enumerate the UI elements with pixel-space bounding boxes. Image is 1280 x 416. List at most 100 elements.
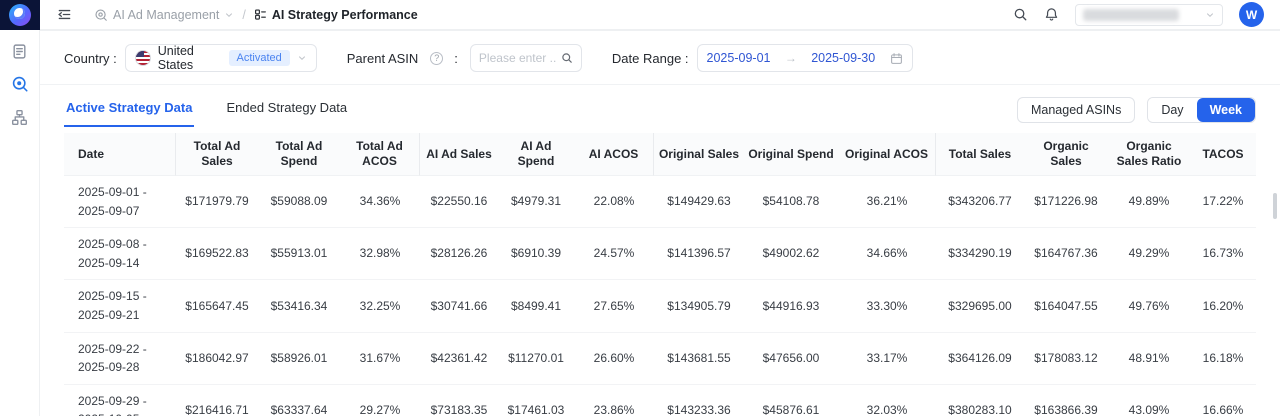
sitemap-icon: [11, 109, 28, 126]
sidebar-item-ai-ad-management[interactable]: [8, 72, 32, 96]
table-cell: 49.76%: [1108, 280, 1190, 332]
table-cell: $334290.19: [936, 228, 1024, 280]
date-range-label: Date Range :: [612, 51, 689, 66]
week-toggle-button[interactable]: Week: [1197, 98, 1255, 122]
table-cell: $42361.42: [420, 333, 498, 385]
date-cell: 2025-09-01 - 2025-09-07: [64, 176, 176, 228]
avatar[interactable]: W: [1239, 2, 1264, 27]
managed-asins-button[interactable]: Managed ASINs: [1017, 97, 1135, 123]
sidebar-item-campaigns[interactable]: [8, 39, 32, 63]
table-cell: 34.66%: [838, 228, 936, 280]
table-cell: $53416.34: [258, 280, 340, 332]
table-cell: $164047.55: [1024, 280, 1108, 332]
column-header: AI Ad Spend: [498, 133, 574, 176]
table-cell: 16.18%: [1190, 333, 1256, 385]
collapse-sidebar-button[interactable]: [57, 7, 72, 22]
table-cell: $178083.12: [1024, 333, 1108, 385]
search-icon: [561, 52, 573, 64]
table-cell: 26.60%: [574, 333, 654, 385]
collapse-menu-icon: [57, 7, 72, 22]
column-header: AI ACOS: [574, 133, 654, 176]
date-range-picker[interactable]: 2025-09-01 → 2025-09-30: [697, 44, 913, 72]
bell-icon: [1044, 7, 1059, 22]
breadcrumb-item-current: AI Strategy Performance: [254, 8, 418, 22]
account-select[interactable]: [1075, 4, 1223, 26]
table-body: 2025-09-01 - 2025-09-07$171979.79$59088.…: [64, 176, 1256, 416]
date-end-value: 2025-09-30: [811, 51, 875, 65]
table-cell: 48.91%: [1108, 333, 1190, 385]
table-cell: $54108.78: [744, 176, 838, 228]
table-cell: $63337.64: [258, 385, 340, 416]
column-header: Total Ad Sales: [176, 133, 258, 176]
strategy-performance-table: Date Total Ad Sales Total Ad Spend Total…: [64, 133, 1256, 416]
table-cell: $186042.97: [176, 333, 258, 385]
asin-search-button[interactable]: [561, 52, 573, 64]
help-icon[interactable]: ?: [430, 52, 443, 65]
table-cell: 33.30%: [838, 280, 936, 332]
breadcrumb-item-section[interactable]: AI Ad Management: [94, 8, 234, 22]
parent-asin-input[interactable]: [479, 51, 557, 65]
ad-management-icon: [94, 8, 108, 22]
table-cell: $343206.77: [936, 176, 1024, 228]
table-cell: 16.73%: [1190, 228, 1256, 280]
table-cell: $134905.79: [654, 280, 744, 332]
table-cell: $49002.62: [744, 228, 838, 280]
table-cell: $171226.98: [1024, 176, 1108, 228]
column-header: Total Sales: [936, 133, 1024, 176]
sidebar-item-strategy-flow[interactable]: [8, 105, 32, 129]
table-cell: $28126.26: [420, 228, 498, 280]
country-select[interactable]: United States Activated: [125, 44, 317, 72]
tab-ended-strategy-data[interactable]: Ended Strategy Data: [224, 94, 349, 127]
table-cell: $8499.41: [498, 280, 574, 332]
day-week-toggle: Day Week: [1147, 97, 1256, 123]
date-cell: 2025-09-29 - 2025-10-05: [64, 385, 176, 416]
tab-active-strategy-data[interactable]: Active Strategy Data: [64, 94, 194, 127]
table-cell: 24.57%: [574, 228, 654, 280]
table-cell: 49.29%: [1108, 228, 1190, 280]
top-bar: AI Ad Management / AI Strategy Performan…: [0, 0, 1280, 30]
table-cell: $141396.57: [654, 228, 744, 280]
table-cell: 43.09%: [1108, 385, 1190, 416]
table-cell: $380283.10: [936, 385, 1024, 416]
table-cell: $329695.00: [936, 280, 1024, 332]
arrow-right-icon: →: [785, 51, 797, 65]
table-cell: 29.27%: [340, 385, 420, 416]
date-cell: 2025-09-15 - 2025-09-21: [64, 280, 176, 332]
app-window: AI Ad Management / AI Strategy Performan…: [0, 0, 1280, 416]
table-cell: 33.17%: [838, 333, 936, 385]
table-cell: $73183.35: [420, 385, 498, 416]
search-button[interactable]: [1013, 7, 1028, 22]
parent-asin-colon: :: [454, 51, 458, 66]
table-cell: 49.89%: [1108, 176, 1190, 228]
notifications-button[interactable]: [1044, 7, 1059, 22]
table-cell: $164767.36: [1024, 228, 1108, 280]
table-cell: 22.08%: [574, 176, 654, 228]
breadcrumb-separator: /: [242, 8, 245, 22]
strategy-table-wrap: Date Total Ad Sales Total Ad Spend Total…: [64, 133, 1256, 416]
account-name-redacted: [1083, 9, 1179, 21]
app-logo: [0, 0, 40, 30]
table-cell: 32.25%: [340, 280, 420, 332]
table-cell: $22550.16: [420, 176, 498, 228]
parent-asin-label: Parent ASIN: [347, 51, 419, 66]
date-cell: 2025-09-22 - 2025-09-28: [64, 333, 176, 385]
country-value: United States: [158, 44, 222, 72]
us-flag-icon: [135, 50, 151, 66]
table-header: Date Total Ad Sales Total Ad Spend Total…: [64, 133, 1256, 176]
column-header: Total Ad Spend: [258, 133, 340, 176]
breadcrumb: AI Ad Management / AI Strategy Performan…: [94, 8, 418, 22]
strategy-grid-icon: [254, 8, 267, 21]
calendar-icon: [890, 52, 903, 65]
day-toggle-button[interactable]: Day: [1148, 98, 1196, 122]
table-cell: $17461.03: [498, 385, 574, 416]
table-cell: $143233.36: [654, 385, 744, 416]
table-cell: 32.03%: [838, 385, 936, 416]
sidebar: [0, 30, 40, 416]
table-cell: 36.21%: [838, 176, 936, 228]
column-header: TACOS: [1190, 133, 1256, 176]
table-row: 2025-09-15 - 2025-09-21$165647.45$53416.…: [64, 280, 1256, 332]
table-cell: $6910.39: [498, 228, 574, 280]
chevron-down-icon: [297, 53, 307, 63]
scrollbar-thumb[interactable]: [1273, 193, 1277, 219]
column-header: Organic Sales: [1024, 133, 1108, 176]
